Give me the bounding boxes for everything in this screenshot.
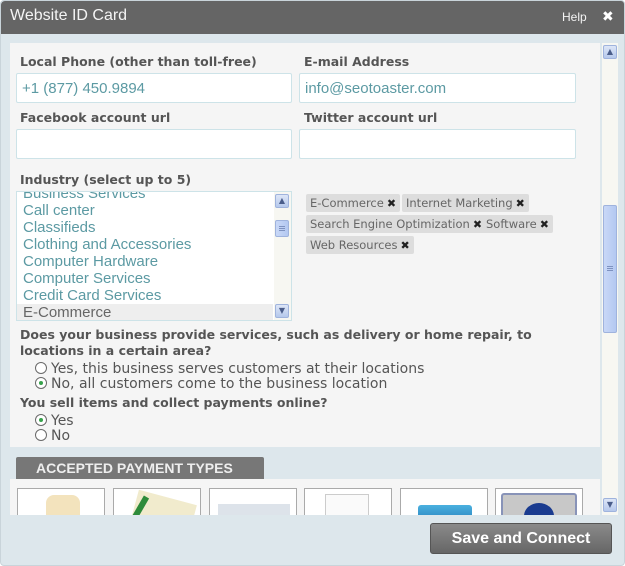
remove-tag-icon[interactable]: ✖ [473,218,482,231]
email-input[interactable] [299,73,576,103]
radio-label: No, all customers come to the business l… [51,376,388,392]
save-and-connect-button[interactable]: Save and Connect [430,523,612,554]
bank-card-icon [418,505,472,515]
industry-listbox[interactable]: Business Services Call center Classified… [16,191,292,321]
industry-option[interactable]: Credit Card Services [23,287,161,304]
form-area: Local Phone (other than toll-free) E-mai… [10,43,600,447]
industry-tag: Internet Marketing ✖ [402,194,529,212]
grip-line [279,228,285,229]
tag-label: Web Resources [310,238,398,252]
card-icon [218,504,290,515]
tag-label: Software [486,217,537,231]
dialog-title: Website ID Card [10,7,128,24]
payment-tile-cash[interactable] [17,488,105,515]
main-scrollbar[interactable]: ▲ ▼ [602,43,618,515]
cash-icon [46,495,80,515]
industry-option[interactable]: Classifieds [23,219,96,236]
tag-label: Internet Marketing [406,196,513,210]
service-area-option-yes[interactable]: Yes, this business serves customers at t… [35,361,424,377]
industry-option[interactable]: Computer Services [23,270,151,287]
payment-tile-bank-card[interactable] [400,488,488,515]
industry-option-highlighted[interactable]: E-Commerce [17,304,273,320]
local-phone-input[interactable] [16,73,292,103]
payment-tile-diners-club[interactable] [495,488,583,515]
scroll-thumb[interactable] [603,205,617,333]
website-id-card-dialog: Website ID Card Help ✖ Local Phone (othe… [0,0,625,566]
industry-option[interactable]: Clothing and Accessories [23,236,191,253]
service-area-option-no[interactable]: No, all customers come to the business l… [35,376,387,392]
help-link[interactable]: Help [562,10,587,24]
email-label: E-mail Address [304,54,410,69]
scroll-up-icon[interactable]: ▲ [603,45,617,59]
industry-tag: Web Resources ✖ [306,236,414,254]
industry-tag: Software ✖ [482,215,553,233]
industry-label: Industry (select up to 5) [20,172,192,187]
industry-tag: Search Engine Optimization ✖ [306,215,487,233]
close-icon[interactable]: ✖ [602,9,614,25]
radio-label: Yes, this business serves customers at t… [51,361,425,377]
industry-option[interactable]: Call center [23,202,95,219]
industry-option[interactable]: Business Services [23,192,146,202]
facebook-input[interactable] [16,129,292,159]
twitter-input[interactable] [299,129,576,159]
tag-label: Search Engine Optimization [310,217,470,231]
invoice-icon [325,494,369,515]
service-area-question: Does your business provide services, suc… [20,327,532,358]
radio-label: Yes [51,413,74,429]
radio-unchecked[interactable] [35,429,47,441]
payment-types-header: ACCEPTED PAYMENT TYPES [16,457,264,479]
grip-line [279,226,285,227]
radio-label: No [51,428,71,444]
scroll-thumb[interactable] [275,220,289,237]
remove-tag-icon[interactable]: ✖ [516,197,525,210]
radio-checked[interactable] [35,414,47,426]
grip-line [607,266,613,267]
scroll-up-icon[interactable]: ▲ [275,194,289,208]
radio-unchecked[interactable] [35,362,47,374]
remove-tag-icon[interactable]: ✖ [387,197,396,210]
industry-scrollbar[interactable]: ▲ ▼ [274,192,291,320]
scroll-down-icon[interactable]: ▼ [603,498,617,512]
payment-tile-card[interactable] [209,488,297,515]
facebook-label: Facebook account url [20,110,171,125]
online-payments-option-yes[interactable]: Yes [35,413,74,429]
online-payments-option-no[interactable]: No [35,428,70,444]
remove-tag-icon[interactable]: ✖ [540,218,549,231]
form-content: Local Phone (other than toll-free) E-mai… [10,43,600,515]
grip-line [607,268,613,269]
payment-tile-invoice[interactable] [304,488,392,515]
grip-line [279,230,285,231]
radio-checked[interactable] [35,377,47,389]
remove-tag-icon[interactable]: ✖ [400,239,409,252]
industry-option[interactable]: Computer Hardware [23,253,158,270]
industry-tag: E-Commerce ✖ [306,194,401,212]
payment-tile-check[interactable] [113,488,201,515]
grip-line [607,270,613,271]
scroll-down-icon[interactable]: ▼ [275,304,289,318]
local-phone-label: Local Phone (other than toll-free) [20,54,257,69]
twitter-label: Twitter account url [304,110,438,125]
tag-label: E-Commerce [310,196,384,210]
online-payments-question: You sell items and collect payments onli… [20,395,328,410]
title-bar: Website ID Card Help ✖ [1,1,624,34]
